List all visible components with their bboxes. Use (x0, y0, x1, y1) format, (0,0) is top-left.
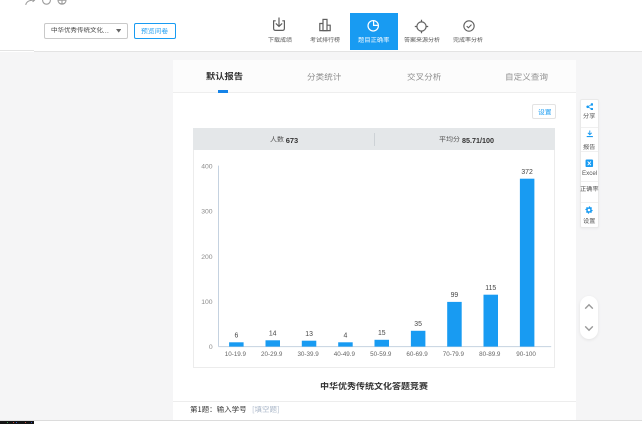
svg-text:80-89.9: 80-89.9 (479, 351, 501, 358)
svg-text:35: 35 (414, 321, 422, 328)
svg-text:10-19.9: 10-19.9 (225, 351, 247, 358)
svg-text:90-100: 90-100 (516, 351, 536, 358)
svg-text:60-69.9: 60-69.9 (406, 351, 428, 358)
svg-text:40-49.9: 40-49.9 (334, 351, 356, 358)
svg-text:70-79.9: 70-79.9 (443, 351, 465, 358)
svg-text:300: 300 (201, 209, 213, 216)
svg-text:50-59.9: 50-59.9 (370, 351, 392, 358)
svg-text:30-39.9: 30-39.9 (297, 351, 319, 358)
svg-text:15: 15 (378, 330, 386, 337)
svg-text:400: 400 (201, 164, 213, 171)
svg-text:0: 0 (209, 344, 213, 351)
svg-text:200: 200 (201, 254, 213, 261)
svg-text:372: 372 (521, 169, 533, 176)
svg-text:20-29.9: 20-29.9 (261, 351, 283, 358)
svg-text:4: 4 (343, 333, 347, 340)
svg-text:13: 13 (305, 331, 313, 338)
svg-text:99: 99 (450, 292, 458, 299)
svg-text:6: 6 (234, 333, 238, 340)
svg-text:115: 115 (485, 285, 496, 292)
svg-text:14: 14 (269, 331, 277, 338)
svg-text:100: 100 (201, 299, 213, 306)
